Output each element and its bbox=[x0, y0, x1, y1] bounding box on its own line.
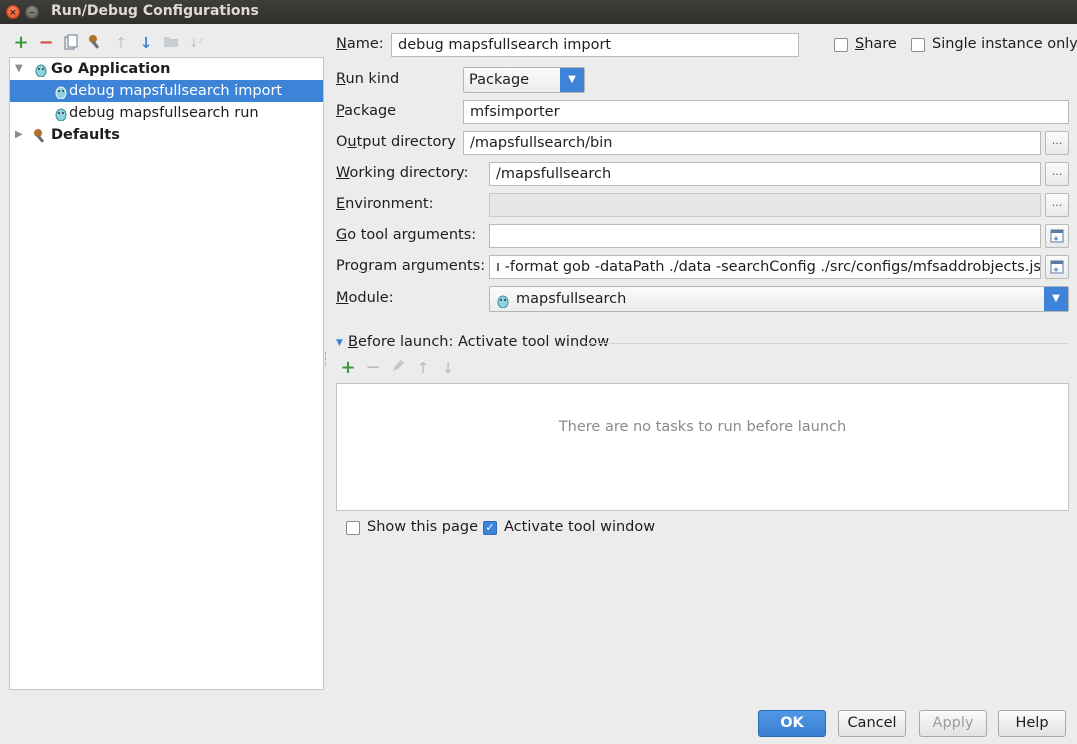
expand-editor-icon[interactable] bbox=[1045, 255, 1069, 279]
window-title: Run/Debug Configurations bbox=[51, 3, 259, 19]
wrench-icon bbox=[33, 128, 47, 143]
remove-icon[interactable]: − bbox=[37, 34, 55, 52]
remove-task-icon: − bbox=[365, 357, 381, 378]
show-this-page-label: Show this page bbox=[367, 519, 479, 535]
share-label: Share bbox=[855, 36, 897, 52]
working-directory-field[interactable]: /mapsfullsearch bbox=[489, 162, 1041, 186]
close-icon[interactable]: × bbox=[6, 5, 20, 19]
tree-item-debug-import[interactable]: debug mapsfullsearch import bbox=[10, 80, 323, 102]
tree-group-label: Go Application bbox=[51, 61, 171, 77]
single-instance-label: Single instance only bbox=[932, 36, 1077, 52]
go-tool-arguments-field[interactable] bbox=[489, 224, 1041, 248]
working-directory-browse-button[interactable]: ... bbox=[1045, 162, 1069, 186]
move-task-down-icon: ↓ bbox=[441, 359, 455, 377]
move-down-icon[interactable]: ↓ bbox=[137, 34, 155, 52]
before-launch-toggle-icon[interactable]: ▼ bbox=[336, 338, 343, 348]
module-select[interactable]: mapsfullsearch ▼ bbox=[489, 286, 1069, 312]
folder-icon bbox=[162, 34, 180, 52]
environment-field[interactable] bbox=[489, 193, 1041, 217]
window-titlebar: × – Run/Debug Configurations bbox=[0, 0, 1077, 24]
minimize-icon[interactable]: – bbox=[25, 5, 39, 19]
help-button[interactable]: Help bbox=[998, 710, 1066, 737]
tree-group-label: Defaults bbox=[51, 127, 120, 143]
section-divider bbox=[586, 343, 1069, 344]
activate-tool-window-label: Activate tool window bbox=[504, 519, 656, 535]
environment-browse-button[interactable]: ... bbox=[1045, 193, 1069, 217]
environment-label: Environment: bbox=[336, 196, 434, 212]
tree-item-label: debug mapsfullsearch run bbox=[69, 105, 259, 121]
tree-group-go-application[interactable]: ▼ Go Application bbox=[10, 58, 323, 80]
run-kind-label: Run kind bbox=[336, 71, 400, 87]
name-field[interactable]: debug mapsfullsearch import bbox=[391, 33, 799, 57]
add-task-icon[interactable]: + bbox=[339, 359, 357, 377]
tree-group-defaults[interactable]: ▶ Defaults bbox=[10, 124, 323, 146]
show-this-page-checkbox[interactable] bbox=[346, 521, 360, 535]
activate-tool-window-checkbox[interactable]: ✓ bbox=[483, 521, 497, 535]
gopher-icon bbox=[54, 84, 68, 100]
cancel-button[interactable]: Cancel bbox=[838, 710, 906, 737]
output-directory-field[interactable]: /mapsfullsearch/bin bbox=[463, 131, 1041, 155]
chevron-down-icon[interactable]: ▼ bbox=[1044, 287, 1068, 311]
move-task-up-icon: ↑ bbox=[416, 359, 430, 377]
program-arguments-label: Program arguments: bbox=[336, 258, 486, 274]
expand-triangle-icon[interactable]: ▼ bbox=[15, 58, 23, 80]
name-label: Name: bbox=[336, 36, 384, 52]
collapse-triangle-icon[interactable]: ▶ bbox=[15, 124, 23, 146]
tree-item-label: debug mapsfullsearch import bbox=[69, 83, 283, 99]
package-field[interactable]: mfsimporter bbox=[463, 100, 1069, 124]
gopher-icon bbox=[54, 106, 68, 122]
gopher-icon bbox=[496, 292, 510, 316]
share-checkbox[interactable] bbox=[834, 38, 848, 52]
ok-button[interactable]: OK bbox=[758, 710, 826, 737]
working-directory-label: Working directory: bbox=[336, 165, 469, 181]
module-label: Module: bbox=[336, 290, 394, 306]
run-kind-value: Package bbox=[469, 72, 530, 88]
edit-defaults-icon[interactable] bbox=[87, 34, 105, 52]
move-up-icon: ↑ bbox=[114, 34, 128, 52]
add-icon[interactable]: + bbox=[12, 34, 30, 52]
tree-item-debug-run[interactable]: debug mapsfullsearch run bbox=[10, 102, 323, 124]
gopher-icon bbox=[34, 62, 48, 78]
output-directory-label: Output directory bbox=[336, 134, 456, 150]
package-label: Package bbox=[336, 103, 397, 119]
copy-icon[interactable] bbox=[62, 34, 80, 52]
configuration-tree[interactable]: ▼ Go Application debug mapsfullsearch im… bbox=[9, 57, 324, 690]
program-arguments-field[interactable]: ı -format gob -dataPath ./data -searchCo… bbox=[489, 255, 1041, 279]
sort-icon: ↓ᶻ bbox=[188, 36, 204, 50]
module-value: mapsfullsearch bbox=[516, 291, 627, 307]
edit-task-icon bbox=[389, 359, 407, 377]
splitter-handle[interactable] bbox=[325, 352, 328, 366]
empty-task-message: There are no tasks to run before launch bbox=[558, 419, 847, 435]
before-launch-header[interactable]: Before launch: Activate tool window bbox=[348, 334, 609, 350]
chevron-down-icon[interactable]: ▼ bbox=[560, 68, 584, 92]
output-directory-browse-button[interactable]: ... bbox=[1045, 131, 1069, 155]
single-instance-checkbox[interactable] bbox=[911, 38, 925, 52]
apply-button[interactable]: Apply bbox=[919, 710, 987, 737]
before-launch-task-list[interactable]: There are no tasks to run before launch bbox=[336, 383, 1069, 511]
go-tool-arguments-label: Go tool arguments: bbox=[336, 227, 477, 243]
run-kind-select[interactable]: Package ▼ bbox=[463, 67, 585, 93]
expand-editor-icon[interactable] bbox=[1045, 224, 1069, 248]
